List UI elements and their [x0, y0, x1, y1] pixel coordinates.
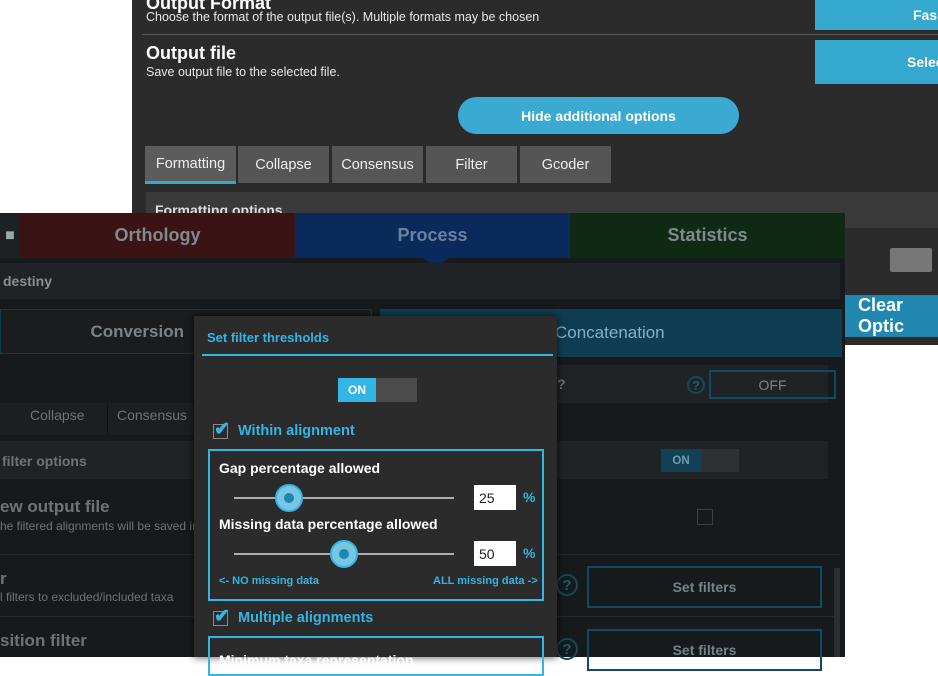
min-taxa-label: Minimum taxa representation	[219, 652, 414, 668]
header-edge: ■	[0, 213, 20, 258]
divider	[142, 34, 938, 35]
taxa-filter-title: r	[0, 569, 7, 588]
percent-sign: %	[523, 545, 536, 561]
help-icon[interactable]: ?	[687, 376, 705, 394]
output-file-title: Output file	[146, 43, 236, 63]
multiple-alignments-label: Multiple alignments	[238, 610, 374, 626]
missing-slider-handle[interactable]	[330, 540, 358, 568]
scrollbar[interactable]	[834, 568, 840, 657]
gap-slider-handle[interactable]	[275, 484, 303, 512]
filter-options-toggle[interactable]: ON	[661, 449, 739, 472]
output-file-description: Save output file to the selected file.	[146, 65, 340, 79]
gap-percentage-label: Gap percentage allowed	[219, 460, 381, 476]
within-alignment-label: Within alignment	[238, 423, 355, 439]
position-filter-title: sition filter	[0, 631, 87, 650]
tab-consensus-dim[interactable]: Consensus	[117, 407, 187, 423]
checkmark-icon: ✔	[214, 606, 230, 627]
tab-orthology[interactable]: Orthology	[20, 213, 295, 258]
off-toggle-button[interactable]: OFF	[709, 370, 836, 399]
help-icon[interactable]: ?	[556, 574, 578, 596]
within-alignment-panel: Gap percentage allowed 25 % Missing data…	[208, 449, 544, 601]
new-output-checkbox[interactable]	[697, 509, 713, 525]
set-filters-button[interactable]: Set filters	[587, 566, 822, 608]
filter-options-label: filter options	[2, 453, 87, 469]
multiple-alignments-panel: Minimum taxa representation	[208, 636, 544, 676]
checkmark-icon: ✔	[214, 419, 230, 440]
hide-additional-options-button[interactable]: Hide additional options	[458, 97, 739, 134]
tab-formatting[interactable]: Formatting	[145, 146, 236, 184]
missing-percentage-input[interactable]: 50	[474, 541, 516, 566]
dialog-title: Set filter thresholds	[207, 330, 330, 345]
dialog-title-underline	[202, 354, 553, 356]
tab-consensus[interactable]: Consensus	[332, 146, 423, 183]
gap-slider-track[interactable]	[234, 497, 454, 499]
multiple-alignments-checkbox[interactable]: ✔	[213, 606, 230, 627]
tab-filter[interactable]: Filter	[426, 146, 517, 183]
percent-sign: %	[523, 489, 536, 505]
new-output-file-desc: he filtered alignments will be saved in	[0, 519, 199, 533]
missing-data-label: Missing data percentage allowed	[219, 516, 438, 532]
tab-gcoder[interactable]: Gcoder	[520, 146, 611, 183]
select-output-file-button[interactable]: Selec	[815, 40, 938, 84]
gap-percentage-input[interactable]: 25	[474, 485, 516, 510]
destiny-label: destiny	[0, 263, 840, 299]
question-text: ?	[557, 376, 566, 392]
within-alignment-checkbox[interactable]: ✔	[213, 419, 230, 440]
tab-process[interactable]: Process	[295, 213, 570, 258]
set-filters-button[interactable]: Set filters	[587, 629, 822, 671]
new-output-file-title: ew output file	[0, 497, 110, 516]
toggle-on-label: ON	[661, 449, 701, 472]
tab-collapse-dim[interactable]: Collapse	[30, 407, 84, 423]
tab-collapse[interactable]: Collapse	[238, 146, 329, 183]
clear-options-button[interactable]: Clear Optic	[845, 295, 938, 337]
filter-thresholds-dialog: Set filter thresholds ON ✔ Within alignm…	[194, 316, 557, 676]
no-missing-data-label: <- NO missing data	[219, 575, 319, 587]
tab-statistics[interactable]: Statistics	[570, 213, 845, 258]
taxa-filter-desc: l filters to excluded/included taxa	[0, 590, 174, 604]
output-format-description: Choose the format of the output file(s).…	[146, 10, 540, 24]
all-missing-data-label: ALL missing data ->	[433, 575, 538, 587]
toggle-on-label: ON	[338, 378, 376, 402]
filter-toggle[interactable]: ON	[338, 378, 417, 402]
toggle-switch[interactable]	[890, 248, 932, 272]
output-format-button[interactable]: Fas	[815, 0, 938, 30]
